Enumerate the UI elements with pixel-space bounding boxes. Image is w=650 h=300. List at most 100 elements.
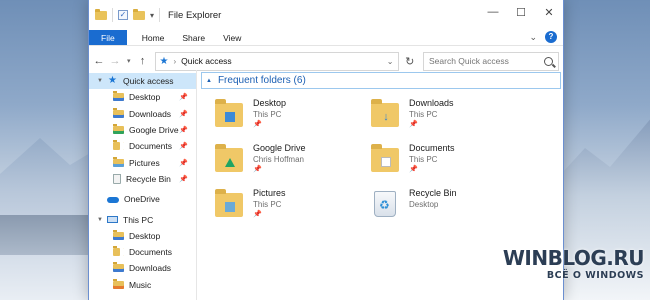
pictures-folder-icon (113, 156, 124, 167)
nav-item-label: Recycle Bin (126, 173, 171, 184)
address-dropdown-chevron-down-icon[interactable]: ⌄ (387, 57, 394, 66)
nav-item-pc-music[interactable]: Music (89, 277, 196, 293)
up-arrow-icon[interactable]: ↑ (137, 55, 149, 67)
google-drive-folder-icon (215, 142, 245, 176)
group-title: Frequent folders (6) (217, 75, 306, 86)
nav-item-pc-documents[interactable]: Documents (89, 244, 196, 260)
computer-icon (107, 216, 118, 224)
pictures-folder-icon (215, 187, 245, 221)
tab-file[interactable]: File (89, 30, 127, 45)
explorer-content: ▼ ★ Quick access Desktop 📌 Downloads 📌 G… (89, 70, 563, 300)
back-arrow-icon[interactable]: ← (93, 55, 105, 67)
toolbar-divider (112, 8, 113, 22)
folder-name: Recycle Bin (409, 188, 457, 198)
breadcrumb-chevron-right-icon[interactable]: › (173, 57, 176, 66)
help-icon[interactable]: ? (545, 31, 557, 43)
folder-tile-downloads[interactable]: ↓ Downloads This PC 📌 (371, 96, 521, 136)
pin-icon: 📌 (409, 121, 418, 128)
wallpaper-mountain-right (550, 119, 650, 300)
forward-arrow-icon[interactable]: → (109, 55, 121, 67)
nav-item-google-drive[interactable]: Google Drive 📌 (89, 122, 196, 138)
address-location[interactable]: Quick access (181, 56, 232, 66)
folder-tile-google-drive[interactable]: Google Drive Chris Hoffman 📌 (215, 141, 365, 181)
nav-item-desktop[interactable]: Desktop 📌 (89, 89, 196, 105)
pin-icon: 📌 (179, 159, 188, 167)
content-pane: ▲ Frequent folders (6) Desktop This PC 📌… (197, 70, 563, 300)
ribbon-right-controls: ⌄ ? (529, 31, 557, 43)
pin-icon: 📌 (253, 211, 262, 218)
nav-item-label: Desktop (129, 92, 161, 103)
folder-location: Chris Hoffman (253, 155, 304, 164)
folder-tile-desktop[interactable]: Desktop This PC 📌 (215, 96, 365, 136)
nav-item-downloads[interactable]: Downloads 📌 (89, 106, 196, 122)
nav-item-this-pc[interactable]: ▼ This PC (89, 211, 196, 227)
nav-item-pc-downloads[interactable]: Downloads (89, 260, 196, 276)
folder-icon (113, 229, 124, 240)
folder-name: Documents (409, 143, 455, 153)
search-box[interactable] (423, 51, 559, 71)
expanded-caret-icon[interactable]: ▼ (97, 217, 103, 223)
pin-icon: 📌 (179, 143, 188, 151)
search-input[interactable] (429, 56, 539, 66)
search-icon[interactable] (544, 56, 553, 66)
address-bar[interactable]: ★ › Quick access ⌄ (154, 51, 399, 71)
downloads-folder-icon: ↓ (371, 97, 401, 131)
collapse-group-icon[interactable]: ▲ (206, 78, 212, 84)
pin-icon: 📌 (253, 121, 262, 128)
folder-name: Pictures (253, 188, 286, 198)
documents-folder-icon (113, 246, 124, 257)
expanded-caret-icon[interactable]: ▼ (97, 78, 103, 84)
folder-tile-documents[interactable]: Documents This PC 📌 (371, 141, 521, 181)
desktop-folder-icon (215, 97, 245, 131)
refresh-icon[interactable]: ↻ (405, 55, 416, 68)
onedrive-cloud-icon (107, 197, 119, 204)
navigation-pane: ▼ ★ Quick access Desktop 📌 Downloads 📌 G… (89, 70, 197, 300)
recycle-bin-icon (113, 173, 121, 184)
maximize-button[interactable]: ☐ (507, 0, 535, 24)
folder-location: This PC (409, 155, 438, 164)
documents-folder-icon (371, 142, 401, 176)
nav-item-onedrive[interactable]: OneDrive (89, 191, 196, 207)
quick-access-star-icon: ★ (159, 55, 169, 67)
tab-share[interactable]: Share (173, 30, 214, 45)
folder-tile-recycle-bin[interactable]: Recycle Bin Desktop (371, 186, 521, 226)
music-folder-icon (113, 278, 124, 289)
tab-home[interactable]: Home (133, 30, 174, 45)
nav-item-pc-desktop[interactable]: Desktop (89, 228, 196, 244)
customize-toolbar-icon[interactable]: ▾ (150, 11, 154, 20)
google-drive-folder-icon (113, 124, 124, 135)
nav-item-label: Quick access (123, 76, 174, 87)
expand-ribbon-chevron-down-icon[interactable]: ⌄ (529, 32, 537, 43)
minimize-button[interactable]: — (479, 0, 507, 24)
close-button[interactable]: ✕ (535, 0, 563, 24)
nav-item-label: Pictures (129, 157, 160, 168)
downloads-folder-icon (113, 107, 124, 118)
nav-item-pictures[interactable]: Pictures 📌 (89, 154, 196, 170)
properties-icon[interactable]: ✓ (118, 10, 128, 20)
tab-view[interactable]: View (214, 30, 250, 45)
folder-location: Desktop (409, 200, 439, 209)
toolbar-divider (159, 8, 161, 22)
new-folder-icon[interactable] (133, 8, 145, 20)
documents-folder-icon (113, 140, 124, 151)
pin-icon: 📌 (179, 110, 188, 118)
nav-item-label: Documents (129, 141, 172, 152)
wallpaper-mountain-left (0, 138, 100, 300)
folder-icon[interactable] (95, 8, 107, 20)
nav-item-label: Downloads (129, 263, 172, 274)
group-header-frequent-folders[interactable]: ▲ Frequent folders (6) (201, 72, 561, 89)
nav-item-label: OneDrive (124, 194, 160, 205)
folder-tile-pictures[interactable]: Pictures This PC 📌 (215, 186, 365, 226)
pin-icon: 📌 (179, 127, 188, 135)
nav-item-documents[interactable]: Documents 📌 (89, 138, 196, 154)
nav-item-recycle-bin[interactable]: Recycle Bin 📌 (89, 171, 196, 187)
folder-location: This PC (409, 110, 438, 119)
star-icon: ★ (108, 75, 117, 87)
nav-item-label: This PC (123, 214, 154, 225)
downloads-folder-icon (113, 262, 124, 273)
nav-item-quick-access[interactable]: ▼ ★ Quick access (89, 73, 196, 90)
nav-item-label: Desktop (129, 230, 161, 241)
pin-icon: 📌 (179, 175, 188, 183)
file-explorer-window: ✓ ▾ File Explorer — ☐ ✕ File Home Share … (88, 0, 564, 300)
recent-locations-chevron-down-icon[interactable]: ▾ (125, 57, 133, 65)
